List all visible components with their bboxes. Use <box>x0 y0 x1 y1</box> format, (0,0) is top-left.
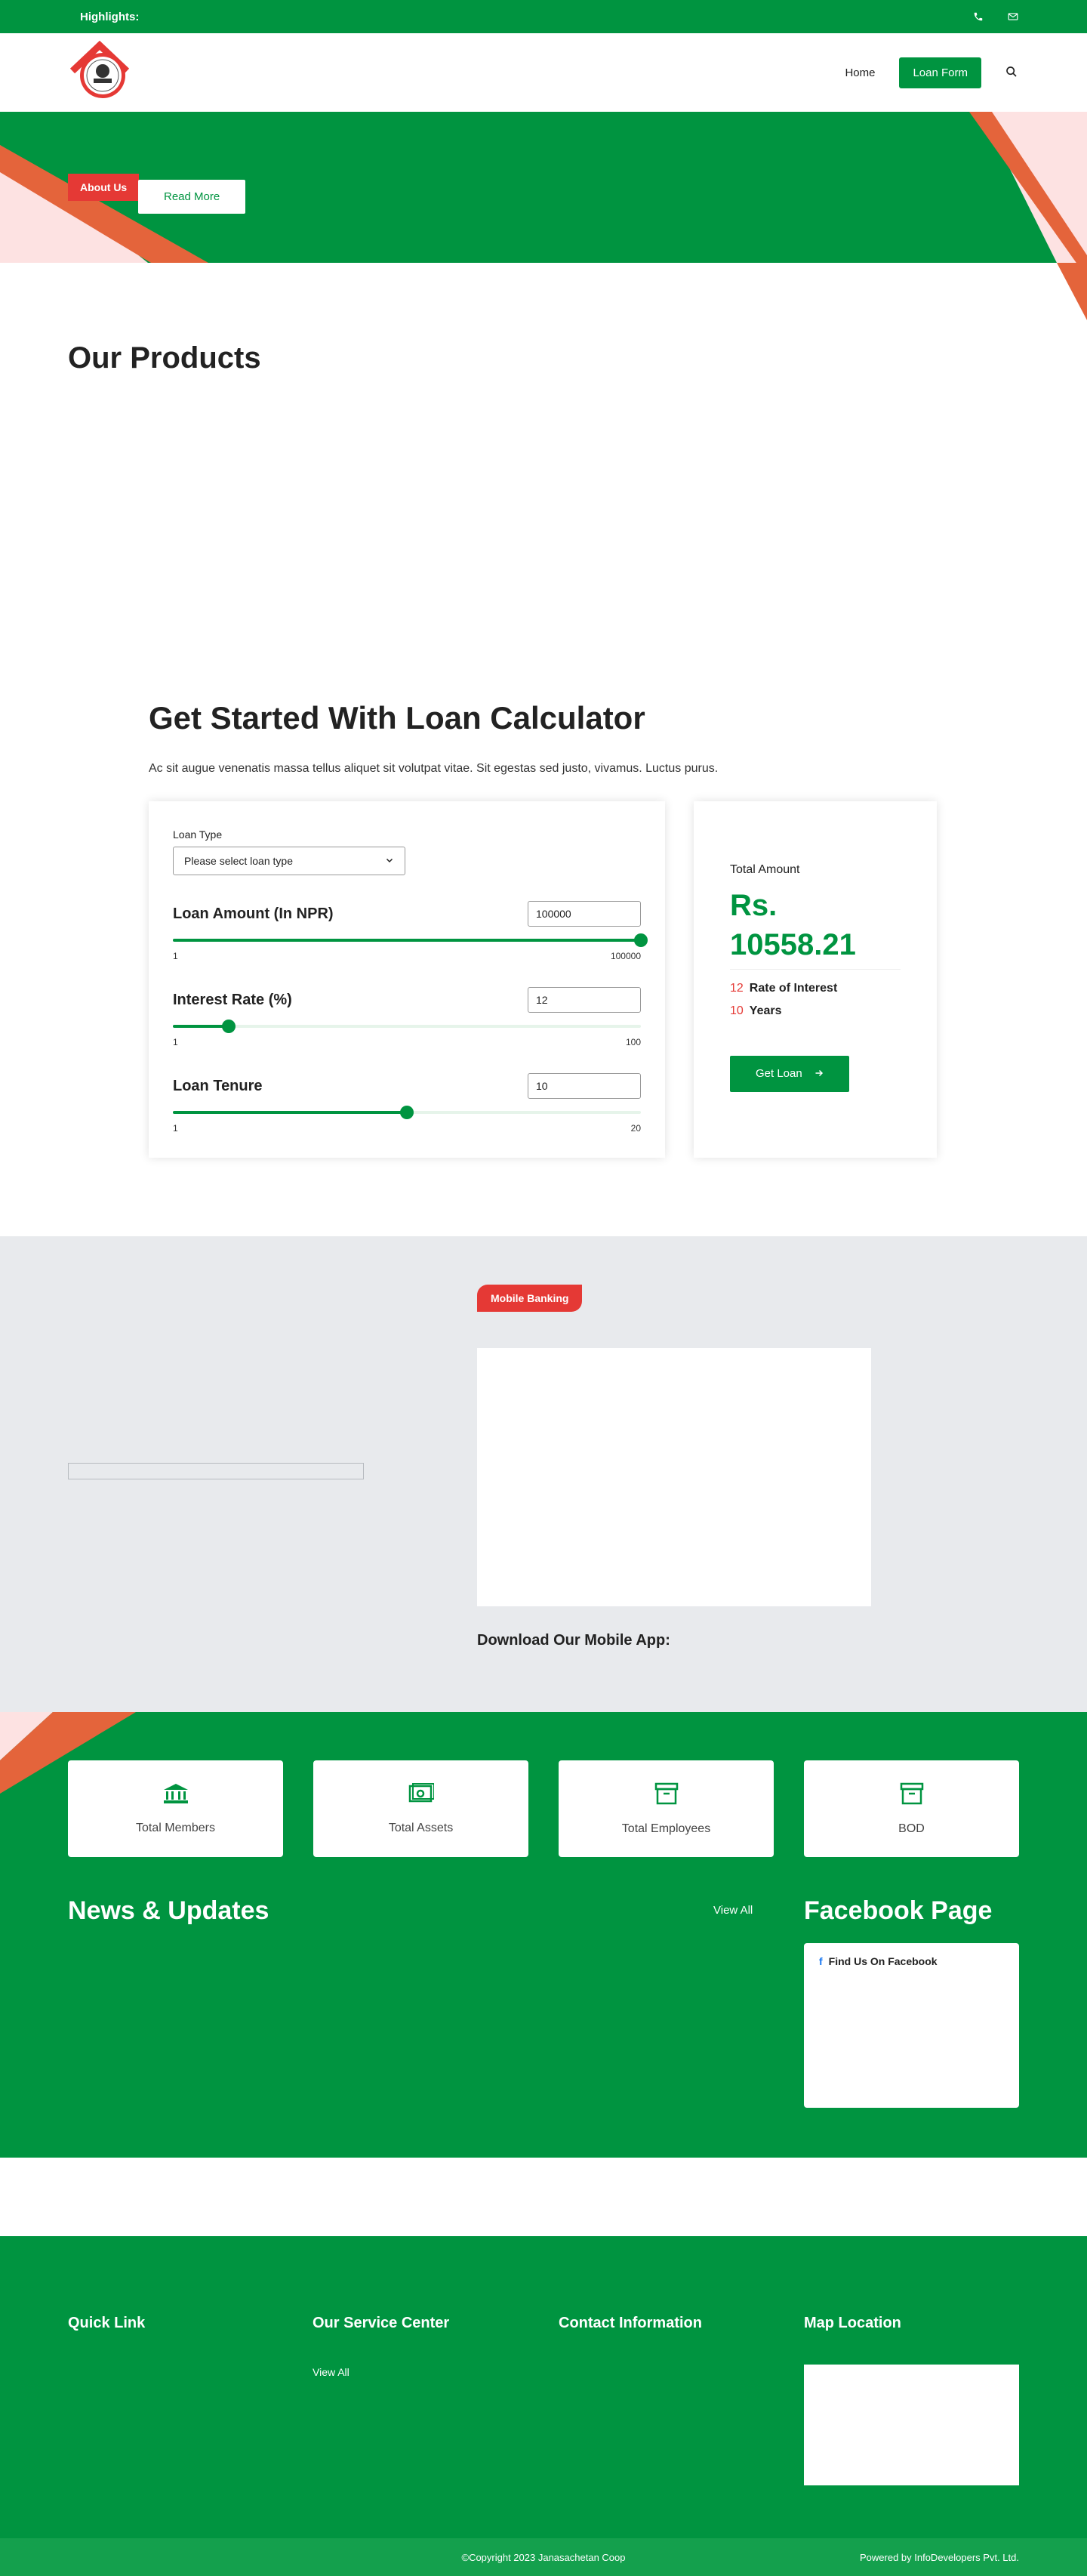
arrow-right-icon <box>814 1068 824 1081</box>
interest-rate-input[interactable]: 12 <box>528 987 641 1013</box>
stat-bod: BOD <box>804 1760 1019 1857</box>
footer-contact: Contact Information <box>559 2315 702 2331</box>
stat-label: Total Members <box>136 1821 215 1834</box>
news-title: News & Updates <box>68 1896 269 1925</box>
map-embed[interactable] <box>804 2365 1019 2485</box>
interest-rate-track[interactable] <box>173 1020 641 1033</box>
loan-amount-min: 1 <box>173 951 178 961</box>
calculator-description: Ac sit augue venenatis massa tellus aliq… <box>149 762 719 775</box>
get-loan-button[interactable]: Get Loan <box>730 1056 849 1092</box>
logo[interactable] <box>68 40 131 104</box>
loan-amount-max: 100000 <box>610 951 641 961</box>
interest-rate-max: 100 <box>625 1037 641 1047</box>
loan-type-placeholder: Please select loan type <box>184 855 293 867</box>
footer: Quick Link Our Service Center View All C… <box>0 2236 1087 2538</box>
stats-news-section: Total Members Total Assets Total Employe… <box>0 1712 1087 2158</box>
hero-corner-decoration <box>1057 263 1087 320</box>
footer-map-title: Map Location <box>804 2315 901 2331</box>
top-bar: Highlights: <box>0 0 1087 33</box>
find-us-facebook[interactable]: Find Us On Facebook <box>829 1955 938 1967</box>
rate-of-interest-label: Rate of Interest <box>749 982 838 995</box>
loan-amount-fill <box>173 939 641 942</box>
loan-form-button[interactable]: Loan Form <box>899 57 981 88</box>
mail-icon[interactable] <box>1007 11 1019 23</box>
loan-amount-handle[interactable] <box>634 933 648 947</box>
total-amount-value: Rs. 10558.21 <box>730 886 901 970</box>
facebook-icon: f <box>819 1955 823 1967</box>
calculator-result-card: Total Amount Rs. 10558.21 12 Rate of Inte… <box>694 801 937 1158</box>
facebook-title: Facebook Page <box>804 1896 993 1925</box>
app-image-placeholder <box>68 1463 364 1479</box>
interest-rate-label: Interest Rate (%) <box>173 991 292 1008</box>
rate-of-interest-row: 12 Rate of Interest <box>730 982 901 995</box>
calculator-title: Get Started With Loan Calculator <box>149 700 645 736</box>
products-title-text: Our Products <box>68 341 261 375</box>
mobile-banking-badge: Mobile Banking <box>477 1285 583 1312</box>
footer-view-all-link[interactable]: View All <box>313 2366 350 2378</box>
main-nav: Home Loan Form <box>0 33 1087 112</box>
download-app-label: Download Our Mobile App: <box>477 1632 670 1649</box>
bank-icon <box>163 1783 189 1808</box>
loan-tenure-label: Loan Tenure <box>173 1077 263 1094</box>
loan-amount-input[interactable]: 100000 <box>528 901 641 927</box>
mobile-banking-section: Mobile Banking Download Our Mobile App: <box>0 1236 1087 1712</box>
stat-total-members: Total Members <box>68 1760 283 1857</box>
stat-label: Total Assets <box>388 1821 454 1834</box>
stat-total-assets: Total Assets <box>313 1760 528 1857</box>
loan-amount-slider-block: Loan Amount (In NPR) 100000 1 100000 <box>173 901 648 961</box>
archive-icon <box>900 1782 924 1809</box>
spacer <box>0 2158 1087 2236</box>
copyright-bar: ©Copyright 2023 Janasachetan Coop Powere… <box>0 2538 1087 2576</box>
loan-tenure-min: 1 <box>173 1123 178 1134</box>
loan-tenure-fill <box>173 1111 407 1114</box>
money-icon <box>408 1782 435 1808</box>
news-view-all-link[interactable]: View All <box>713 1904 753 1917</box>
loan-tenure-max: 20 <box>630 1123 641 1134</box>
years-row: 10 Years <box>730 1004 901 1018</box>
hero-banner: About Us Read More <box>0 112 1087 263</box>
nav-home[interactable]: Home <box>845 66 875 79</box>
archive-icon <box>654 1782 679 1809</box>
loan-type-select[interactable]: Please select loan type <box>173 847 405 875</box>
read-more-button[interactable]: Read More <box>138 180 246 214</box>
interest-rate-min: 1 <box>173 1037 178 1047</box>
rate-of-interest-value: 12 <box>730 982 744 995</box>
highlights-label: Highlights: <box>80 10 140 23</box>
years-value: 10 <box>730 1004 744 1017</box>
mobile-banking-box <box>477 1348 871 1606</box>
loan-type-label: Loan Type <box>173 828 223 841</box>
stat-total-employees: Total Employees <box>559 1760 774 1857</box>
interest-rate-handle[interactable] <box>222 1020 236 1033</box>
facebook-widget[interactable]: f Find Us On Facebook <box>804 1943 1019 2108</box>
calculator-inputs-card: Loan Type Please select loan type Loan A… <box>149 801 665 1158</box>
about-us-badge[interactable]: About Us <box>68 174 140 201</box>
phone-icon[interactable] <box>972 11 984 23</box>
years-label: Years <box>749 1004 782 1017</box>
loan-tenure-handle[interactable] <box>400 1106 414 1119</box>
stat-label: Total Employees <box>621 1822 711 1835</box>
get-loan-label: Get Loan <box>756 1067 802 1080</box>
powered-by-link[interactable]: Powered by InfoDevelopers Pvt. Ltd. <box>860 2552 1019 2563</box>
loan-tenure-track[interactable] <box>173 1106 641 1119</box>
loan-tenure-input[interactable]: 10 <box>528 1073 641 1099</box>
interest-slider-block: Interest Rate (%) 12 1 100 <box>173 987 641 1047</box>
loan-calculator: Get Started With Loan Calculator Ac sit … <box>0 700 1087 1158</box>
tenure-slider-block: Loan Tenure 10 1 20 <box>173 1073 641 1134</box>
chevron-down-icon <box>385 855 394 867</box>
loan-amount-track[interactable] <box>173 933 648 947</box>
products-title: Our Products <box>0 263 1087 705</box>
loan-amount-label: Loan Amount (In NPR) <box>173 905 334 922</box>
stat-label: BOD <box>898 1822 925 1835</box>
total-amount-label: Total Amount <box>730 863 800 876</box>
search-icon[interactable] <box>1005 66 1019 79</box>
footer-quick-link: Quick Link <box>68 2315 146 2331</box>
footer-service-center: Our Service Center <box>313 2315 450 2331</box>
interest-rate-fill <box>173 1025 229 1028</box>
